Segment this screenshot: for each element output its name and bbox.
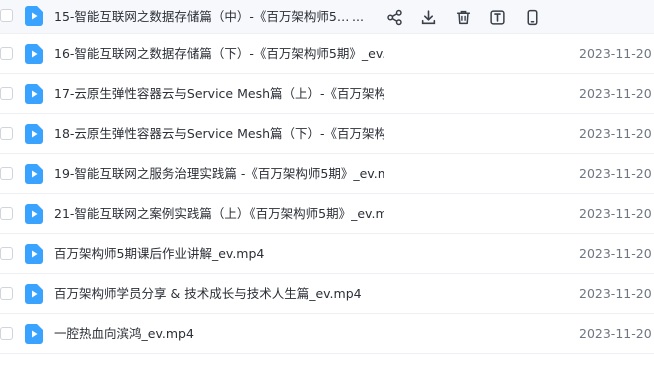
share-icon[interactable] [384,7,404,27]
file-row[interactable]: 19-智能互联网之服务治理实践篇 -《百万架构师5期》_ev.mp4 2023-… [0,154,654,194]
file-name[interactable]: 17-云原生弹性容器云与Service Mesh篇（上）-《百万架构师5期》_e… [54,74,384,114]
row-checkbox[interactable] [0,327,13,340]
modified-date: 2023-11-20 [579,206,652,221]
file-name[interactable]: 15-智能互联网之数据存储篇（中）-《百万架构师5期》_ev.mp4 [54,0,350,34]
modified-date: 2023-11-20 [579,126,652,141]
file-name[interactable]: 19-智能互联网之服务治理实践篇 -《百万架构师5期》_ev.mp4 [54,154,384,194]
file-row[interactable]: 百万架构师学员分享 & 技术成长与技术人生篇_ev.mp4 2023-11-20 [0,274,654,314]
file-row[interactable]: 21-智能互联网之案例实践篇（上）《百万架构师5期》_ev.mp4 2023-1… [0,194,654,234]
file-name[interactable]: 21-智能互联网之案例实践篇（上）《百万架构师5期》_ev.mp4 [54,194,384,234]
video-file-icon [25,324,43,344]
modified-date: 2023-11-20 [579,46,652,61]
video-file-icon [25,204,43,224]
row-checkbox[interactable] [0,167,13,180]
file-name[interactable]: 16-智能互联网之数据存储篇（下）-《百万架构师5期》_ev.mp4 [54,34,384,74]
video-file-icon [25,164,43,184]
row-checkbox[interactable] [0,287,13,300]
download-icon[interactable] [419,7,439,27]
row-checkbox[interactable] [0,207,13,220]
row-checkbox[interactable] [0,247,13,260]
video-file-icon [25,124,43,144]
row-actions [384,0,557,34]
video-file-icon [25,84,43,104]
delete-icon[interactable] [453,7,473,27]
modified-date: 2023-11-20 [579,246,652,261]
name-ellipsis: ... [352,9,364,24]
file-name[interactable]: 一腔热血向滨鸿_ev.mp4 [54,314,194,354]
row-checkbox[interactable] [0,9,13,22]
video-file-icon [25,6,43,26]
file-name[interactable]: 百万架构师5期课后作业讲解_ev.mp4 [54,234,264,274]
file-list: 15-智能互联网之数据存储篇（中）-《百万架构师5期》_ev.mp4 ... 2… [0,0,654,368]
file-row[interactable]: 18-云原生弹性容器云与Service Mesh篇（下）-《百万架构师5期》_e… [0,114,654,154]
mobile-icon[interactable] [522,7,542,27]
file-name[interactable]: 百万架构师学员分享 & 技术成长与技术人生篇_ev.mp4 [54,274,362,314]
row-checkbox[interactable] [0,127,13,140]
file-row[interactable]: 16-智能互联网之数据存储篇（下）-《百万架构师5期》_ev.mp4 2023-… [0,34,654,74]
row-checkbox[interactable] [0,47,13,60]
video-file-icon [25,244,43,264]
modified-date: 2023-11-20 [579,86,652,101]
video-file-icon [25,44,43,64]
text-icon[interactable] [488,7,508,27]
file-row[interactable]: 一腔热血向滨鸿_ev.mp4 2023-11-20 [0,314,654,354]
file-row[interactable]: 17-云原生弹性容器云与Service Mesh篇（上）-《百万架构师5期》_e… [0,74,654,114]
video-file-icon [25,284,43,304]
file-row[interactable]: 百万架构师5期课后作业讲解_ev.mp4 2023-11-20 [0,234,654,274]
row-checkbox[interactable] [0,87,13,100]
modified-date: 2023-11-20 [579,286,652,301]
modified-date: 2023-11-20 [579,326,652,341]
modified-date: 2023-11-20 [579,166,652,181]
file-row[interactable]: 15-智能互联网之数据存储篇（中）-《百万架构师5期》_ev.mp4 ... 2… [0,0,654,34]
file-name[interactable]: 18-云原生弹性容器云与Service Mesh篇（下）-《百万架构师5期》_e… [54,114,384,154]
